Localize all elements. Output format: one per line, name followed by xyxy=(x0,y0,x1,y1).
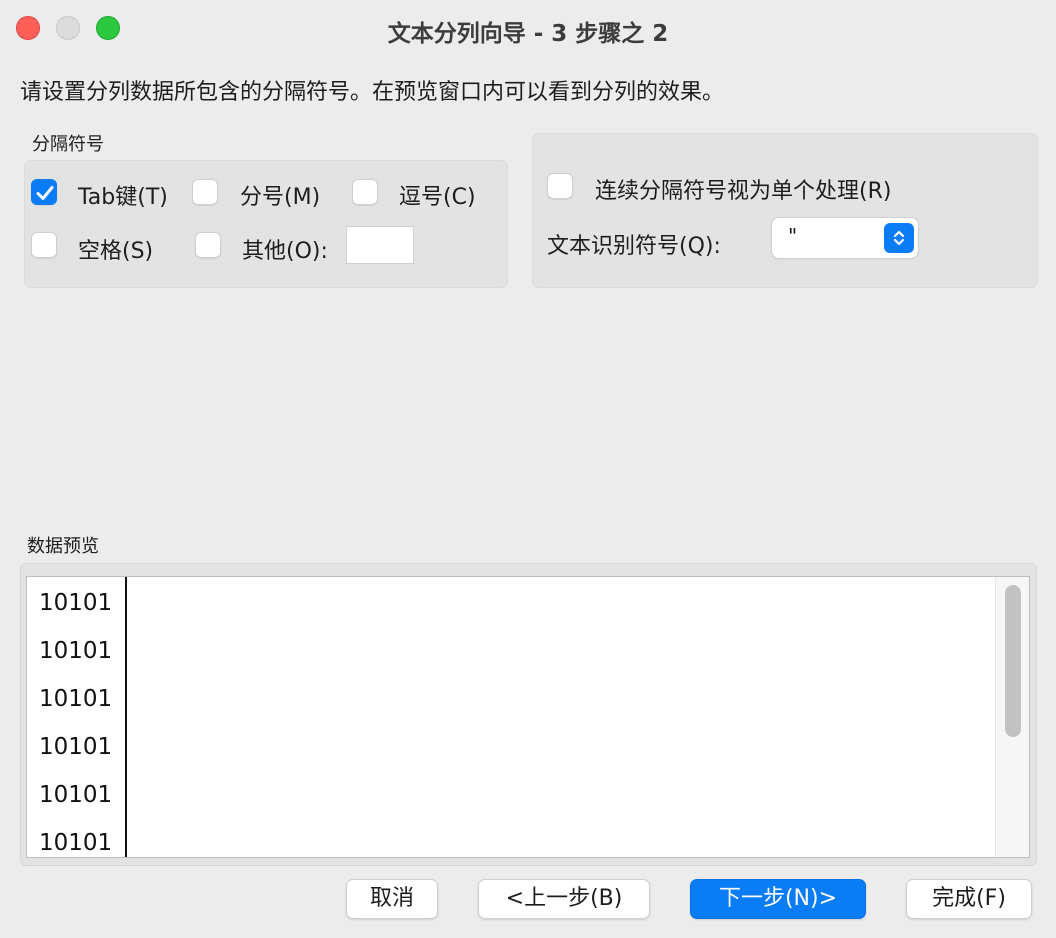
other-label[interactable]: 其他(O): xyxy=(242,233,328,265)
text-qualifier-select[interactable]: " xyxy=(772,218,918,258)
other-checkbox[interactable] xyxy=(195,232,221,258)
delimiters-group-label: 分隔符号 xyxy=(32,134,104,155)
instruction-text: 请设置分列数据所包含的分隔符号。在预览窗口内可以看到分列的效果。 xyxy=(20,80,725,105)
comma-label[interactable]: 逗号(C) xyxy=(399,179,476,211)
preview-row: 10101 xyxy=(39,830,113,856)
space-checkbox[interactable] xyxy=(31,232,57,258)
column-divider[interactable] xyxy=(125,577,127,857)
title-bar: 文本分列向导 - 3 步骤之 2 xyxy=(0,0,1056,56)
text-qualifier-value: " xyxy=(788,224,798,248)
tab-checkbox[interactable] xyxy=(31,179,57,205)
preview-scrollbar[interactable] xyxy=(995,577,1029,857)
finish-button[interactable]: 完成(F) xyxy=(906,879,1032,919)
consecutive-delimiters-label[interactable]: 连续分隔符号视为单个处理(R) xyxy=(595,173,891,205)
data-preview-area[interactable]: 10101 10101 10101 10101 10101 10101 xyxy=(26,576,1030,858)
preview-row: 10101 xyxy=(39,734,113,760)
scrollbar-thumb[interactable] xyxy=(1005,585,1021,737)
consecutive-delimiters-checkbox[interactable] xyxy=(547,173,573,199)
other-delimiter-input[interactable] xyxy=(346,226,414,264)
preview-rows: 10101 10101 10101 10101 10101 10101 xyxy=(39,577,113,857)
space-label[interactable]: 空格(S) xyxy=(78,233,153,265)
cancel-button[interactable]: 取消 xyxy=(346,879,438,919)
next-button[interactable]: 下一步(N)> xyxy=(690,879,866,919)
preview-row: 10101 xyxy=(39,686,113,712)
tab-label[interactable]: Tab键(T) xyxy=(78,179,168,211)
preview-row: 10101 xyxy=(39,590,113,616)
preview-row: 10101 xyxy=(39,638,113,664)
select-arrows-icon xyxy=(884,223,914,253)
checkmark-icon xyxy=(36,186,54,200)
options-panel xyxy=(532,133,1038,288)
semicolon-label[interactable]: 分号(M) xyxy=(240,179,320,211)
back-button[interactable]: <上一步(B) xyxy=(478,879,650,919)
preview-group-label: 数据预览 xyxy=(27,536,99,557)
preview-row: 10101 xyxy=(39,782,113,808)
semicolon-checkbox[interactable] xyxy=(192,179,218,205)
text-qualifier-label: 文本识别符号(Q): xyxy=(547,234,721,259)
window-title: 文本分列向导 - 3 步骤之 2 xyxy=(387,21,669,47)
comma-checkbox[interactable] xyxy=(352,179,378,205)
